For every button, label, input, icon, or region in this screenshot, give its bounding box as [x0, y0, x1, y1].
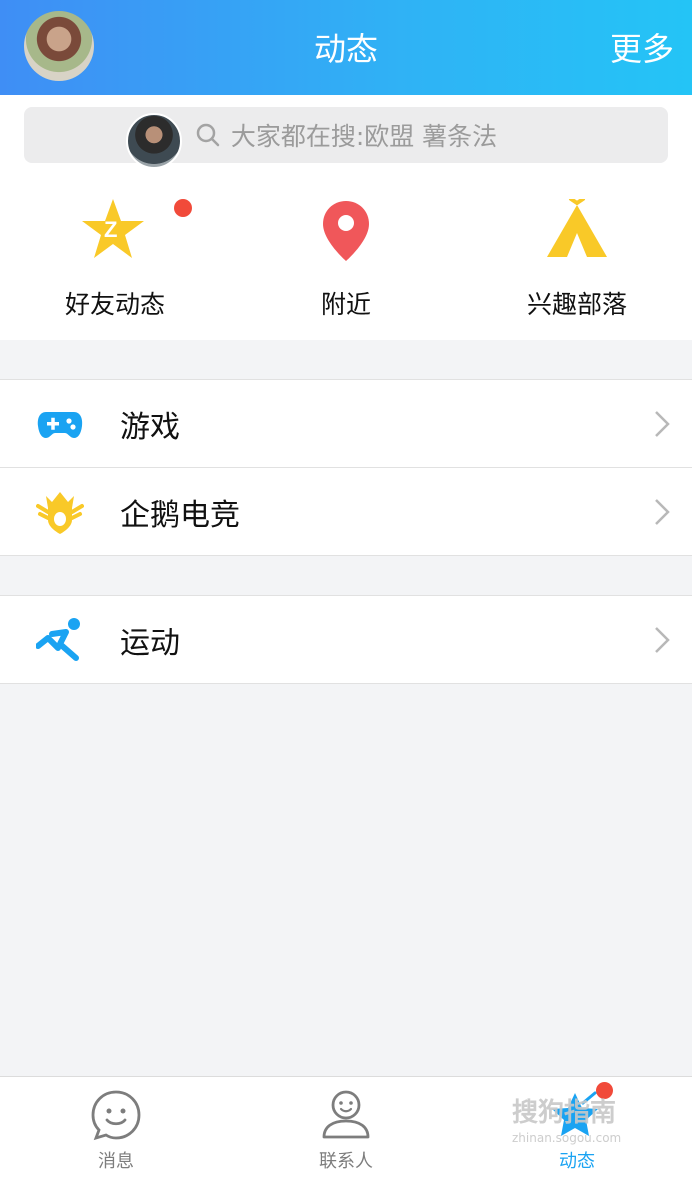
- shortcut-nearby[interactable]: 附近: [231, 195, 461, 321]
- search-icon: [196, 123, 220, 147]
- chevron-right-icon: [655, 499, 670, 525]
- shortcut-label: 好友动态: [64, 290, 165, 319]
- esports-crown-icon: [36, 492, 84, 534]
- shortcut-label: 兴趣部落: [526, 290, 627, 319]
- list-item-label: 企鹅电竞: [120, 497, 240, 533]
- watermark-url: zhinan.sogou.com: [512, 1131, 622, 1145]
- shortcut-label: 附近: [320, 290, 371, 319]
- page-title: 动态: [313, 30, 378, 68]
- tab-label: 联系人: [319, 1151, 373, 1172]
- shortcut-interest-tribe[interactable]: 兴趣部落: [462, 195, 692, 321]
- tent-icon: [547, 199, 607, 257]
- services-group-2: 运动: [0, 595, 692, 684]
- list-item-label: 游戏: [120, 409, 180, 445]
- more-button[interactable]: 更多: [610, 24, 674, 70]
- chat-smile-icon: [91, 1090, 141, 1141]
- tab-messages[interactable]: 消息: [56, 1089, 176, 1173]
- list-item-sports[interactable]: 运动: [0, 596, 692, 683]
- tab-contacts[interactable]: 联系人: [286, 1089, 406, 1173]
- qzone-star-icon: Z: [82, 199, 144, 258]
- discover-panel: 大家都在搜:欧盟 薯条法 Z 好友动态 附近 兴趣部落: [0, 95, 692, 340]
- chevron-right-icon: [655, 627, 670, 653]
- search-placeholder: 大家都在搜:欧盟 薯条法: [230, 122, 498, 151]
- list-item-label: 运动: [120, 625, 180, 661]
- svg-text:Z: Z: [104, 217, 117, 242]
- chevron-right-icon: [655, 411, 670, 437]
- list-item-games[interactable]: 游戏: [0, 380, 692, 467]
- friend-avatar: [126, 113, 182, 169]
- tab-label: 消息: [98, 1151, 134, 1172]
- new-badge-dot: [174, 199, 192, 217]
- location-pin-icon: [323, 201, 369, 261]
- running-icon: [36, 618, 80, 661]
- top-header: 动态 更多: [0, 0, 692, 95]
- list-item-esports[interactable]: 企鹅电竞: [0, 467, 692, 555]
- shortcut-friend-feed[interactable]: Z 好友动态: [0, 195, 230, 321]
- search-bar[interactable]: 大家都在搜:欧盟 薯条法: [24, 107, 668, 163]
- services-group-1: 游戏 企鹅电竞: [0, 379, 692, 556]
- sogou-watermark: 搜狗指南 zhinan.sogou.com: [512, 1092, 682, 1152]
- contacts-person-icon: [322, 1090, 370, 1139]
- watermark-text: 搜狗指南: [512, 1098, 617, 1128]
- gamepad-icon: [37, 412, 83, 438]
